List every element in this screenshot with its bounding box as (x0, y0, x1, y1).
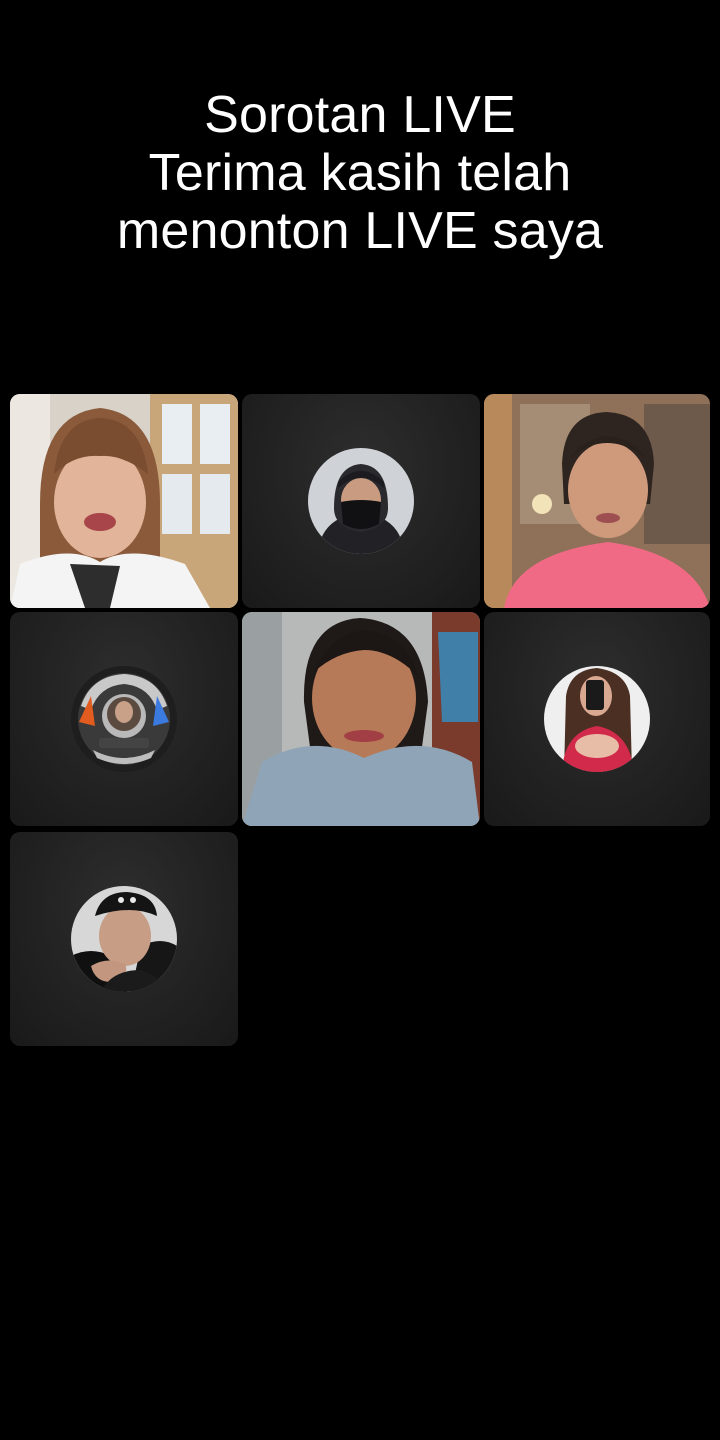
participant-tile-3[interactable] (484, 394, 710, 608)
participant-tile-1[interactable] (10, 394, 238, 608)
participant-tile-5[interactable] (242, 612, 480, 826)
avatar-woman-mirror-selfie (544, 666, 650, 772)
participant-video-woman-bangs (10, 394, 238, 608)
title-line-2: Terima kasih telah (148, 144, 572, 202)
title-line-1: Sorotan LIVE (204, 86, 516, 144)
avatar-masked-person (308, 448, 414, 554)
participant-tile-4[interactable] (10, 612, 238, 826)
avatar-man-bandana (71, 886, 177, 992)
participant-tile-7[interactable] (10, 832, 238, 1046)
page-title: Sorotan LIVE Terima kasih telah menonton… (0, 86, 720, 260)
avatar (71, 886, 177, 992)
avatar (308, 448, 414, 554)
participant-video-woman-pink-shirt (484, 394, 710, 608)
participant-tile-6[interactable] (484, 612, 710, 826)
title-line-3: menonton LIVE saya (116, 202, 604, 260)
avatar (544, 666, 650, 772)
participant-tile-2[interactable] (242, 394, 480, 608)
participant-video-woman-closeup (242, 612, 480, 826)
avatar-emblem-badge (71, 666, 177, 772)
avatar (71, 666, 177, 772)
